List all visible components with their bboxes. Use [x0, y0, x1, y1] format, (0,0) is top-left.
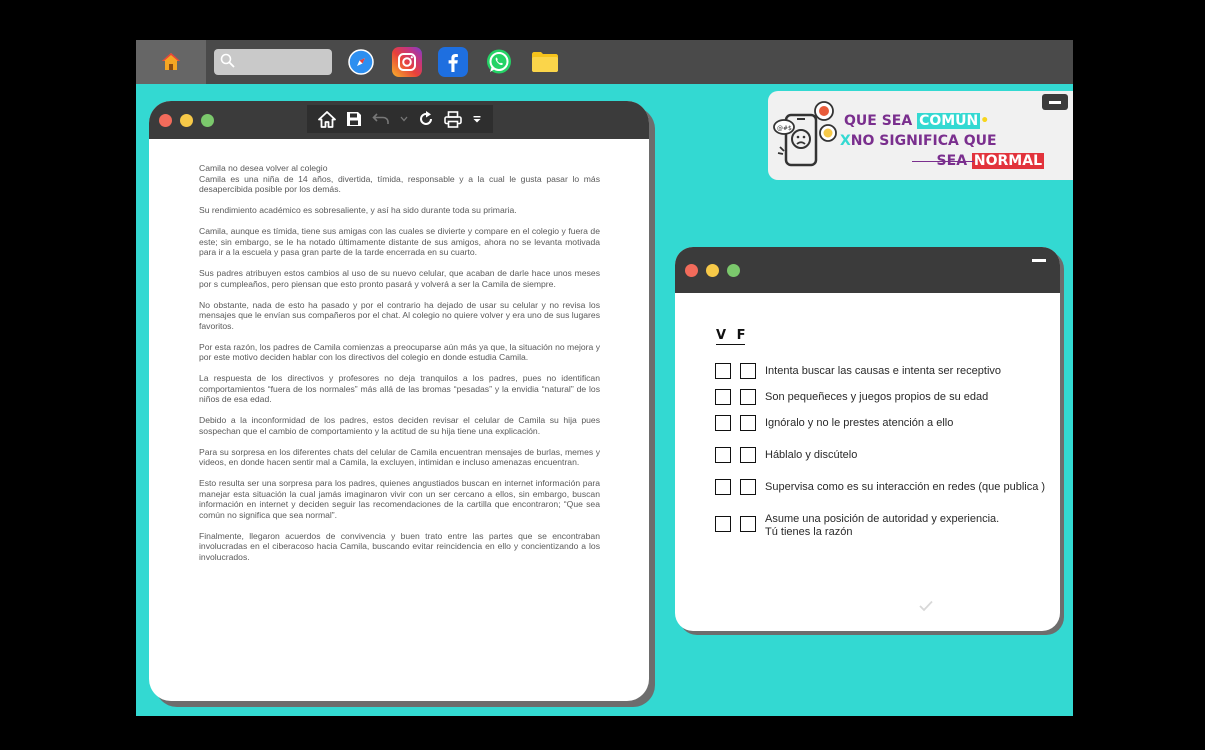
slogan-text: NO SIGNIFICA QUE — [850, 133, 997, 149]
facebook-icon[interactable] — [438, 47, 468, 77]
undo-icon[interactable] — [372, 112, 390, 126]
search-box[interactable] — [214, 49, 334, 75]
document-page: Camila no desea volver al colegio Camila… — [190, 159, 606, 675]
false-checkbox[interactable] — [740, 516, 756, 532]
doc-paragraph: Finalmente, llegaron acuerdos de convive… — [199, 530, 600, 562]
question-text: Háblalo y discútelo — [765, 449, 858, 461]
minimize-button[interactable] — [180, 114, 193, 127]
question-text: Supervisa como es su interacción en rede… — [765, 481, 1046, 493]
submit-checkmark-button[interactable] — [919, 599, 933, 617]
doc-paragraph: Camila, aunque es tímida, tiene sus amig… — [199, 226, 600, 257]
menu-caret-icon[interactable] — [472, 114, 482, 124]
redo-icon[interactable] — [418, 111, 434, 127]
doc-title: Camila no desea volver al colegio — [199, 163, 328, 173]
true-checkbox[interactable] — [715, 415, 731, 431]
false-checkbox[interactable] — [740, 415, 756, 431]
close-button[interactable] — [159, 114, 172, 127]
search-input[interactable] — [240, 49, 334, 75]
false-column-label: F — [736, 328, 746, 343]
question-row: Ignóralo y no le prestes atención a ello — [715, 415, 953, 431]
campaign-banner: @#$ QUE SEA COMÚN • XNO SIGNIFICA QUE SEA… — [768, 91, 1073, 180]
quiz-window-titlebar — [675, 247, 1060, 293]
true-checkbox[interactable] — [715, 447, 731, 463]
safari-icon[interactable] — [346, 47, 376, 77]
folder-icon[interactable] — [530, 47, 560, 77]
svg-text:@#$: @#$ — [777, 125, 792, 132]
question-row: Intenta buscar las causas e intenta ser … — [715, 363, 1001, 379]
print-icon[interactable] — [444, 110, 462, 128]
false-checkbox[interactable] — [740, 389, 756, 405]
question-row: Háblalo y discútelo — [715, 447, 857, 463]
question-row: Son pequeñeces y juegos propios de su ed… — [715, 389, 988, 405]
chevron-down-icon[interactable] — [400, 116, 408, 122]
doc-paragraph: Su rendimiento académico es sobresalient… — [199, 205, 517, 215]
slogan-highlight-comun: COMÚN — [917, 113, 981, 129]
slogan-x-mark: X — [840, 133, 851, 149]
maximize-button[interactable] — [201, 114, 214, 127]
banner-minimize-button[interactable] — [1042, 94, 1068, 110]
document-toolbar — [307, 105, 493, 133]
true-checkbox[interactable] — [715, 516, 731, 532]
slogan-text: QUE SEA — [844, 113, 918, 129]
quiz-window: V F Intenta buscar las causas e intenta … — [675, 247, 1060, 631]
taskbar — [136, 40, 1073, 84]
quiz-minimize-button[interactable] — [1032, 259, 1046, 262]
desktop-screen: Camila no desea volver al colegio Camila… — [136, 40, 1073, 716]
true-false-header: V F — [716, 328, 746, 345]
home-icon — [162, 53, 180, 70]
banner-slogan: QUE SEA COMÚN • XNO SIGNIFICA QUE SEA NOR… — [840, 111, 1072, 171]
question-row: Supervisa como es su interacción en rede… — [715, 479, 1045, 495]
doc-paragraph: Por esta razón, los padres de Camila com… — [199, 341, 600, 363]
phone-emoji-logo: @#$ — [773, 101, 837, 167]
instagram-icon[interactable] — [392, 47, 422, 77]
document-window-titlebar — [149, 101, 649, 139]
maximize-button[interactable] — [727, 264, 740, 277]
false-checkbox[interactable] — [740, 479, 756, 495]
question-row: Asume una posición de autoridad y experi… — [715, 513, 999, 539]
false-checkbox[interactable] — [740, 363, 756, 379]
home-icon[interactable] — [318, 110, 336, 128]
checkmark-icon — [919, 600, 933, 612]
slogan-rule — [912, 161, 974, 162]
minimize-button[interactable] — [706, 264, 719, 277]
true-checkbox[interactable] — [715, 479, 731, 495]
slogan-highlight-normal: NORMAL — [971, 153, 1044, 169]
question-text: Asume una posición de autoridad y experi… — [765, 513, 1000, 538]
save-icon[interactable] — [346, 111, 362, 127]
question-text: Ignóralo y no le prestes atención a ello — [765, 417, 954, 429]
false-checkbox[interactable] — [740, 447, 756, 463]
doc-paragraph: Camila es una niña de 14 años, divertida… — [199, 173, 600, 195]
home-button[interactable] — [136, 40, 206, 84]
true-checkbox[interactable] — [715, 389, 731, 405]
doc-paragraph: Debido a la inconformidad de los padres,… — [199, 415, 600, 436]
close-button[interactable] — [685, 264, 698, 277]
doc-paragraph: Sus padres atribuyen estos cambios al us… — [199, 268, 600, 289]
whatsapp-icon[interactable] — [484, 47, 514, 77]
document-window: Camila no desea volver al colegio Camila… — [149, 101, 649, 701]
slogan-dot: • — [980, 113, 990, 129]
true-checkbox[interactable] — [715, 363, 731, 379]
search-icon — [220, 53, 235, 68]
question-text: Intenta buscar las causas e intenta ser … — [765, 365, 1002, 377]
doc-paragraph: Para su sorpresa en los diferentes chats… — [199, 446, 600, 468]
doc-paragraph: La respuesta de los directivos y profeso… — [199, 373, 600, 404]
true-column-label: V — [716, 328, 727, 343]
question-text: Son pequeñeces y juegos propios de su ed… — [765, 391, 989, 403]
doc-paragraph: Esto resulta ser una sorpresa para los p… — [199, 478, 600, 520]
doc-paragraph: No obstante, nada de esto ha pasado y po… — [199, 299, 600, 331]
